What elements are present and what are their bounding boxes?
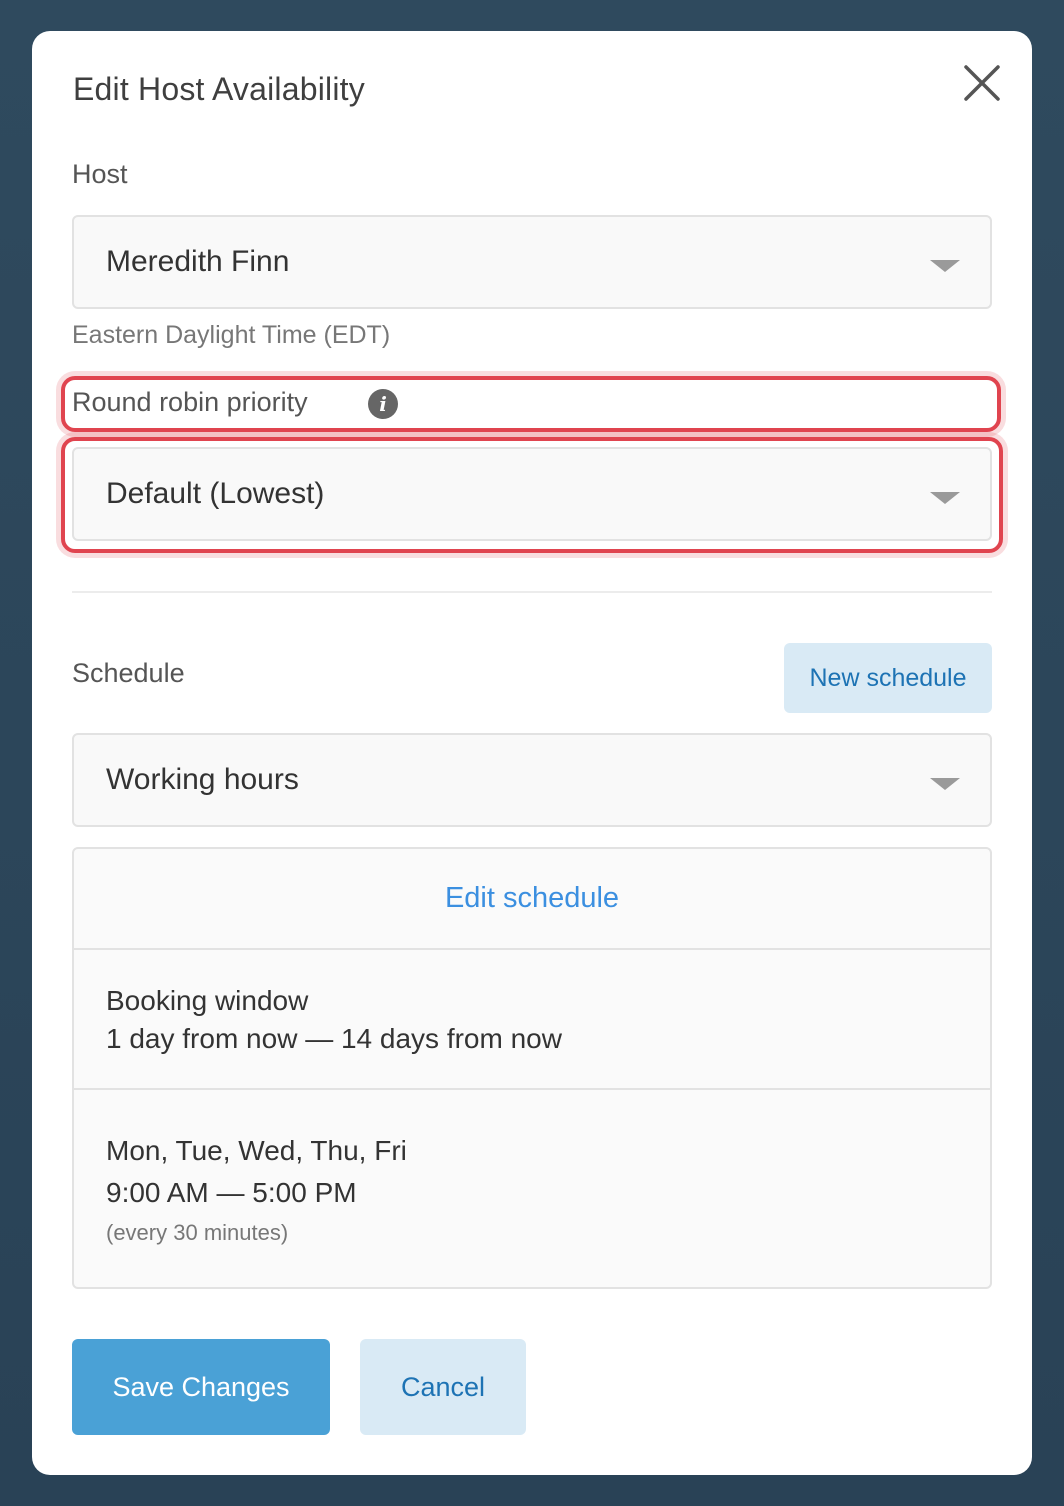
timezone-hint: Eastern Daylight Time (EDT) (72, 321, 391, 349)
working-hours-section: Mon, Tue, Wed, Thu, Fri 9:00 AM — 5:00 P… (74, 1090, 990, 1246)
schedule-interval: (every 30 minutes) (106, 1220, 289, 1245)
schedule-select[interactable]: Working hours (72, 733, 992, 827)
booking-window-section: Booking window 1 day from now — 14 days … (74, 950, 990, 1090)
booking-window-value: 1 day from now — 14 days from now (106, 1023, 562, 1054)
host-label: Host (72, 159, 128, 189)
schedule-hours: 9:00 AM — 5:00 PM (106, 1177, 357, 1208)
host-select-value: Meredith Finn (106, 245, 290, 278)
schedule-days: Mon, Tue, Wed, Thu, Fri (106, 1135, 407, 1166)
host-select[interactable]: Meredith Finn (72, 215, 992, 309)
schedule-details-panel: Edit schedule Booking window 1 day from … (72, 847, 992, 1289)
booking-window-label: Booking window (106, 985, 309, 1016)
chevron-down-icon (930, 778, 960, 790)
priority-select[interactable]: Default (Lowest) (72, 447, 992, 541)
chevron-down-icon (930, 492, 960, 504)
dialog-title: Edit Host Availability (73, 71, 365, 107)
cancel-button[interactable]: Cancel (360, 1339, 526, 1435)
info-icon[interactable]: i (368, 389, 398, 419)
section-divider (72, 591, 992, 593)
edit-schedule-link[interactable]: Edit schedule (445, 882, 619, 915)
chevron-down-icon (930, 260, 960, 272)
priority-label: Round robin priority (72, 387, 308, 417)
close-icon[interactable] (960, 61, 1004, 105)
edit-host-availability-dialog: Edit Host Availability Host Meredith Fin… (32, 31, 1032, 1475)
priority-select-value: Default (Lowest) (106, 477, 325, 510)
schedule-select-value: Working hours (106, 763, 299, 796)
new-schedule-button[interactable]: New schedule (784, 643, 992, 713)
schedule-panel-header: Edit schedule (74, 849, 990, 950)
schedule-label: Schedule (72, 658, 185, 688)
save-changes-button[interactable]: Save Changes (72, 1339, 330, 1435)
